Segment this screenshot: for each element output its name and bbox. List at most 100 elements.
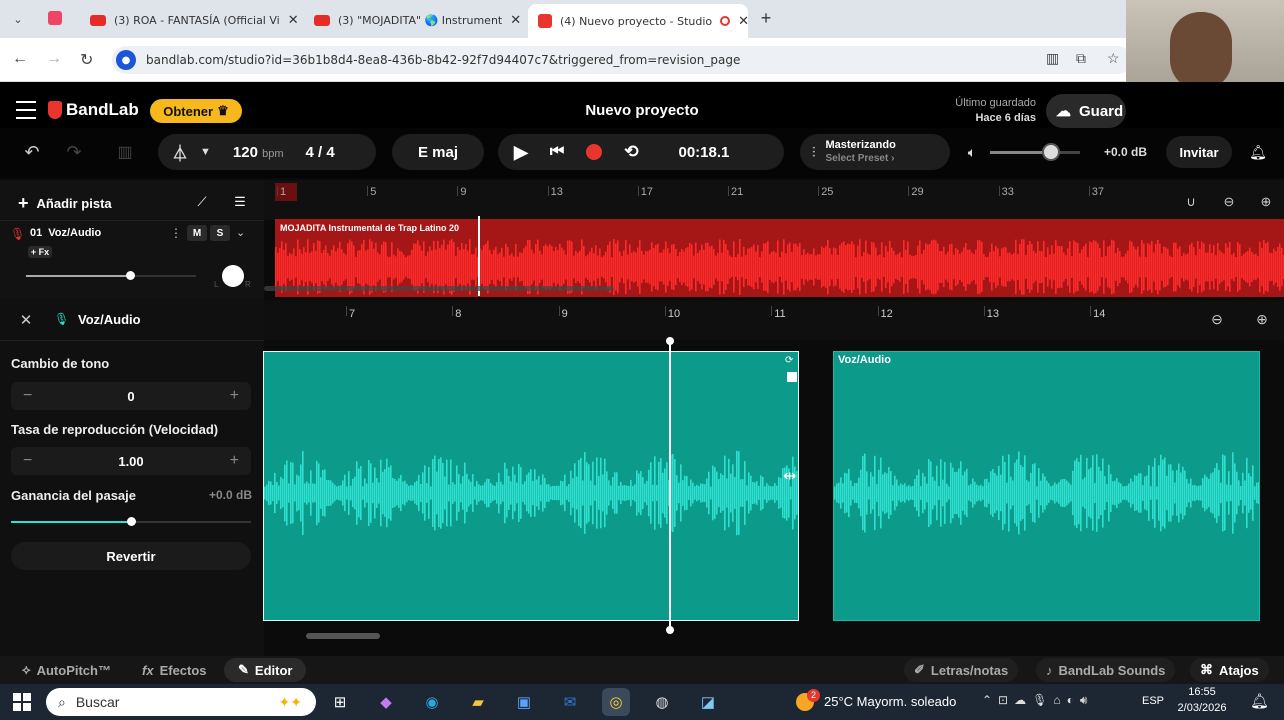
close-icon[interactable]: ✕ <box>288 13 299 28</box>
minus-icon[interactable]: − <box>23 387 32 405</box>
lyrics-tab[interactable]: ✐ Letras/notas <box>904 658 1019 682</box>
tab-nuevo-proyecto[interactable]: (4) Nuevo proyecto - Studio ✕ <box>528 4 748 38</box>
outlook-icon[interactable]: ✉ <box>556 688 584 716</box>
loop-clip-icon[interactable]: ⟳ <box>785 355 793 366</box>
plus-icon[interactable]: + <box>230 387 239 405</box>
bookmark-star-icon[interactable]: ☆ <box>1107 50 1120 67</box>
speaker-icon[interactable]: 🔈︎ <box>962 144 982 160</box>
mastering-button[interactable]: ⫶ Masterizando Select Preset › <box>800 134 950 170</box>
tab-mojadita[interactable]: (3) "MOJADITA" 🌎 Instrument ✕ <box>304 6 524 34</box>
editor-scrollbar[interactable] <box>306 633 380 639</box>
minus-icon[interactable]: − <box>23 452 32 470</box>
app-icon[interactable]: ◪ <box>694 688 722 716</box>
store-icon[interactable]: ▣ <box>510 688 538 716</box>
playhead-handle-top[interactable] <box>666 337 674 345</box>
menu-icon[interactable] <box>16 101 36 119</box>
add-fx-button[interactable]: + Fx <box>28 246 52 258</box>
rate-value[interactable]: 1.00 <box>118 454 143 469</box>
timeline-ruler[interactable] <box>264 180 1284 220</box>
play-icon[interactable]: ▶ <box>514 142 528 163</box>
metronome-icon[interactable]: ⏃ <box>172 140 188 164</box>
gain-slider[interactable] <box>11 517 251 526</box>
address-bar[interactable]: ● bandlab.com/studio?id=36b1b8d4-8ea8-43… <box>112 46 1132 74</box>
redo-icon[interactable]: ↷ <box>62 142 86 162</box>
edge-icon[interactable]: ◉ <box>418 688 446 716</box>
track-title[interactable]: 01 Voz/Audio <box>30 227 101 239</box>
gain-slider-knob[interactable] <box>127 517 136 526</box>
close-icon[interactable]: ✕ <box>738 14 748 29</box>
install-app-icon[interactable]: ⧉ <box>1076 50 1086 67</box>
tab-roa-fantasia[interactable]: (3) ROA - FANTASÍA (Official Vi ✕ <box>80 6 300 34</box>
record-icon[interactable] <box>586 144 603 160</box>
chrome-icon[interactable]: ◎ <box>602 688 630 716</box>
reading-mode-icon[interactable]: ▥ <box>1046 50 1059 67</box>
plus-icon[interactable]: + <box>230 452 239 470</box>
editor-tab[interactable]: ✎ Editor <box>224 658 307 682</box>
clock-time[interactable]: 16:55 <box>1170 686 1234 698</box>
track-more-icon[interactable]: ⋮ <box>170 226 182 240</box>
solo-button[interactable]: S <box>210 225 230 241</box>
reload-icon[interactable]: ↻ <box>80 50 93 70</box>
zoom-in-icon[interactable]: ⊕ <box>1257 193 1275 211</box>
shortcuts-tab[interactable]: ⌘ Atajos <box>1190 658 1269 682</box>
track-scrollbar[interactable] <box>264 286 614 291</box>
bell-icon[interactable]: 🔔︎ <box>1248 142 1268 162</box>
project-title[interactable]: Nuevo proyecto <box>542 102 742 119</box>
loop-icon[interactable]: ⟲ <box>624 142 638 162</box>
back-icon[interactable]: ← <box>12 50 28 68</box>
notifications-bell-icon[interactable]: 🔔︎ <box>1250 692 1269 710</box>
clip-fade-handle[interactable] <box>787 372 797 382</box>
zoom-out-icon[interactable]: ⊖ <box>1220 193 1238 211</box>
app-tab-icon[interactable] <box>48 11 62 25</box>
metronome-chevron-down-icon[interactable]: ▼ <box>200 146 211 158</box>
editor-playhead[interactable] <box>669 341 671 631</box>
piano-roll-icon[interactable]: ▥ <box>112 142 138 162</box>
mute-button[interactable]: M <box>187 225 207 241</box>
time-signature[interactable]: 4 / 4 <box>306 144 335 161</box>
bandlab-logo[interactable]: BandLab <box>48 100 139 120</box>
forward-icon[interactable]: → <box>46 50 62 68</box>
system-tray-icons[interactable]: ⌃⊡☁🎙︎⌂◐🔊︎ <box>982 693 1093 708</box>
copilot-icon[interactable]: ◆ <box>372 688 400 716</box>
skip-to-start-icon[interactable]: ⏮ <box>550 143 564 161</box>
pitch-value[interactable]: 0 <box>127 389 134 404</box>
tuner-icon[interactable]: ⟋ <box>192 192 212 212</box>
weather-text[interactable]: 25°C Mayorm. soleado <box>824 694 956 709</box>
invite-button[interactable]: Invitar <box>1166 136 1232 168</box>
language-indicator[interactable]: ESP <box>1142 695 1164 707</box>
bandlab-sounds-tab[interactable]: ♪ BandLab Sounds <box>1036 658 1176 682</box>
track-chevron-down-icon[interactable]: ⌄ <box>236 226 245 239</box>
editor-zoom-in-icon[interactable]: ⊕ <box>1253 310 1271 328</box>
close-editor-icon[interactable]: ✕ <box>16 310 36 330</box>
obs-icon[interactable]: ◍ <box>648 688 676 716</box>
playhead-line[interactable] <box>478 216 480 296</box>
get-membership-button[interactable]: Obtener ♛ <box>150 99 242 123</box>
save-button[interactable]: ☁ Guard <box>1046 94 1126 128</box>
clock-date[interactable]: 2/03/2026 <box>1170 702 1234 714</box>
snap-magnet-icon[interactable]: ∪ <box>1182 193 1200 211</box>
task-view-icon[interactable]: ⊞ <box>326 688 354 716</box>
autopitch-tab[interactable]: ⟡ AutoPitch™ <box>22 658 111 682</box>
taskbar-search[interactable]: ⌕ Buscar ✦✦ <box>46 688 316 716</box>
editor-zoom-out-icon[interactable]: ⊖ <box>1208 310 1226 328</box>
key-selector[interactable]: E maj <box>392 134 484 170</box>
pan-knob[interactable] <box>222 265 244 287</box>
playhead-handle-bottom[interactable] <box>666 626 674 634</box>
windows-start-icon[interactable] <box>13 693 31 711</box>
undo-icon[interactable]: ↶ <box>20 142 44 162</box>
effects-tab[interactable]: fx Efectos <box>142 658 207 682</box>
track-volume-knob[interactable] <box>126 271 135 280</box>
file-explorer-icon[interactable]: ▰ <box>464 688 492 716</box>
bpm-field[interactable]: 120 bpm <box>233 144 284 161</box>
url-text[interactable]: bandlab.com/studio?id=36b1b8d4-8ea8-436b… <box>146 53 740 67</box>
selected-audio-clip[interactable] <box>263 351 799 621</box>
add-track-button[interactable]: + Añadir pista <box>18 193 112 214</box>
close-icon[interactable]: ✕ <box>510 13 521 28</box>
site-info-icon[interactable]: ● <box>116 50 136 70</box>
track-volume-slider[interactable] <box>26 271 196 280</box>
tab-list-chevron-icon[interactable]: ⌄ <box>8 10 28 28</box>
mixer-icon[interactable]: ☰ <box>230 192 250 212</box>
revert-button[interactable]: Revertir <box>11 542 251 570</box>
editor-ruler[interactable] <box>264 300 1284 340</box>
audio-clip-2[interactable] <box>833 351 1260 621</box>
